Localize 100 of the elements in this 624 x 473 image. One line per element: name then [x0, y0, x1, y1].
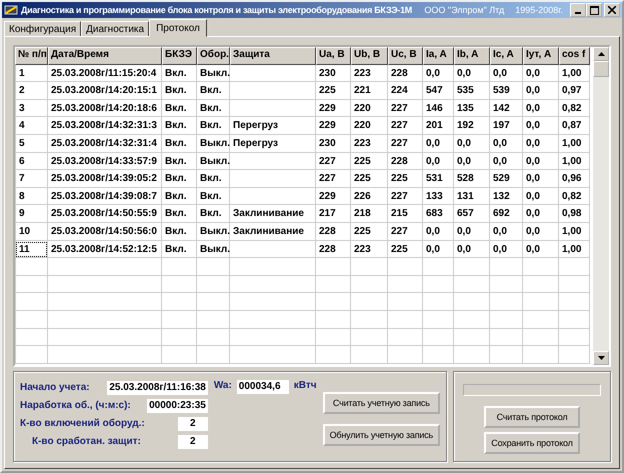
table-cell: 8	[15, 188, 48, 206]
table-cell: 0,0	[490, 240, 523, 258]
table-cell: Вкл.	[162, 117, 197, 135]
empty-cell	[162, 276, 197, 294]
scroll-up-button[interactable]	[593, 47, 609, 61]
empty-cell	[388, 346, 423, 364]
table-cell: 0,0	[523, 134, 559, 153]
empty-cell	[15, 276, 48, 294]
table-cell: 223	[351, 240, 388, 258]
table-cell: 227	[388, 100, 423, 118]
maximize-icon	[590, 6, 598, 14]
value-field[interactable]: 00000:23:35	[147, 398, 208, 412]
empty-cell	[162, 328, 197, 346]
table-cell: 25.03.2008г/14:39:08:7	[48, 188, 162, 206]
column-header[interactable]: Защита	[230, 47, 316, 65]
field-label: Начало учета:	[20, 382, 90, 393]
table-cell: 228	[316, 240, 351, 258]
table-cell: 0,82	[559, 188, 590, 206]
close-button[interactable]	[604, 3, 620, 17]
table-cell: Вкл.	[197, 205, 230, 223]
table-cell: Выкл.	[197, 134, 230, 153]
action-button[interactable]: Сохранить протокол	[484, 432, 580, 454]
value-field[interactable]: 2	[178, 434, 208, 448]
table-cell: 201	[423, 117, 454, 135]
table-cell: 5	[15, 134, 48, 153]
value-field[interactable]: 2	[178, 416, 208, 430]
table-cell: 0,0	[523, 117, 559, 135]
empty-cell	[490, 346, 523, 364]
table-cell: 11	[15, 240, 48, 258]
table-cell: 192	[454, 117, 490, 135]
table-cell: 25.03.2008г/14:50:56:0	[48, 222, 162, 241]
action-button[interactable]: Считать протокол	[484, 406, 580, 428]
table-cell: Выкл.	[197, 152, 230, 170]
table-cell: Вкл.	[162, 240, 197, 258]
unit-label: кВтч	[294, 380, 317, 391]
field-label: К-во включений оборуд.:	[20, 418, 145, 429]
company-name: ООО "Элпром" Лтд	[424, 5, 504, 15]
column-header[interactable]: Ic, A	[490, 47, 523, 65]
column-header[interactable]: Ua, B	[316, 47, 351, 65]
value-field[interactable]: 25.03.2008г/11:16:38	[107, 380, 208, 394]
column-header[interactable]: Uc, B	[388, 47, 423, 65]
empty-cell	[559, 310, 590, 328]
table-cell: 6	[15, 152, 48, 170]
empty-cell	[197, 293, 230, 311]
empty-cell	[351, 346, 388, 364]
vertical-scrollbar[interactable]	[593, 47, 609, 365]
column-header[interactable]: cos f	[559, 47, 590, 65]
action-button[interactable]: Обнулить учетную запись	[322, 424, 440, 446]
empty-cell	[197, 310, 230, 328]
table-cell: 229	[316, 117, 351, 135]
empty-cell	[316, 293, 351, 311]
empty-cell	[162, 346, 197, 364]
table-cell: 0,0	[490, 64, 523, 82]
table-cell: 0,0	[523, 188, 559, 206]
column-header[interactable]: № п/п	[15, 47, 48, 65]
empty-cell	[388, 276, 423, 294]
table-cell: 657	[454, 205, 490, 223]
scroll-down-button[interactable]	[593, 351, 609, 365]
value-field[interactable]: 000034,6	[236, 380, 289, 394]
empty-cell	[351, 293, 388, 311]
up-arrow-icon	[598, 52, 604, 56]
table-cell: 1,00	[559, 240, 590, 258]
column-header[interactable]: Ia, A	[423, 47, 454, 65]
tab[interactable]: Диагностика	[81, 21, 150, 36]
empty-cell	[388, 328, 423, 346]
table-cell: 25.03.2008г/14:32:31:3	[48, 117, 162, 135]
table-cell: 227	[316, 152, 351, 170]
empty-cell	[351, 328, 388, 346]
table-cell: 25.03.2008г/14:52:12:5	[48, 240, 162, 258]
table-cell: 142	[490, 100, 523, 118]
empty-cell	[197, 346, 230, 364]
column-header[interactable]: Iyт, A	[523, 47, 559, 65]
column-header[interactable]: Ub, B	[351, 47, 388, 65]
column-header[interactable]: Дата/Время	[48, 47, 162, 65]
empty-cell	[162, 310, 197, 328]
table-cell: 229	[316, 188, 351, 206]
empty-cell	[15, 293, 48, 311]
empty-cell	[559, 258, 590, 276]
tab[interactable]: Протокол	[149, 19, 207, 37]
table-cell: 2	[15, 82, 48, 100]
table-cell: 230	[316, 134, 351, 153]
column-header[interactable]: Обор.	[197, 47, 230, 65]
table-cell: 0,0	[523, 152, 559, 170]
table-cell: 225	[316, 82, 351, 100]
empty-cell	[423, 328, 454, 346]
maximize-button[interactable]	[586, 3, 602, 17]
table-cell: 25.03.2008г/14:50:55:9	[48, 205, 162, 223]
action-button[interactable]: Считать учетную запись	[322, 392, 440, 414]
table-cell: 225	[351, 152, 388, 170]
table-cell: 132	[490, 188, 523, 206]
minimize-button[interactable]	[570, 3, 586, 17]
column-header[interactable]: БКЗЭ	[162, 47, 197, 65]
empty-cell	[490, 276, 523, 294]
table-cell: 539	[490, 82, 523, 100]
table-cell: 7	[15, 170, 48, 188]
scroll-thumb[interactable]	[593, 61, 609, 77]
column-header[interactable]: Ib, A	[454, 47, 490, 65]
table-cell: 223	[351, 64, 388, 82]
table-cell: Вкл.	[162, 222, 197, 241]
tab[interactable]: Конфигурация	[4, 21, 82, 36]
